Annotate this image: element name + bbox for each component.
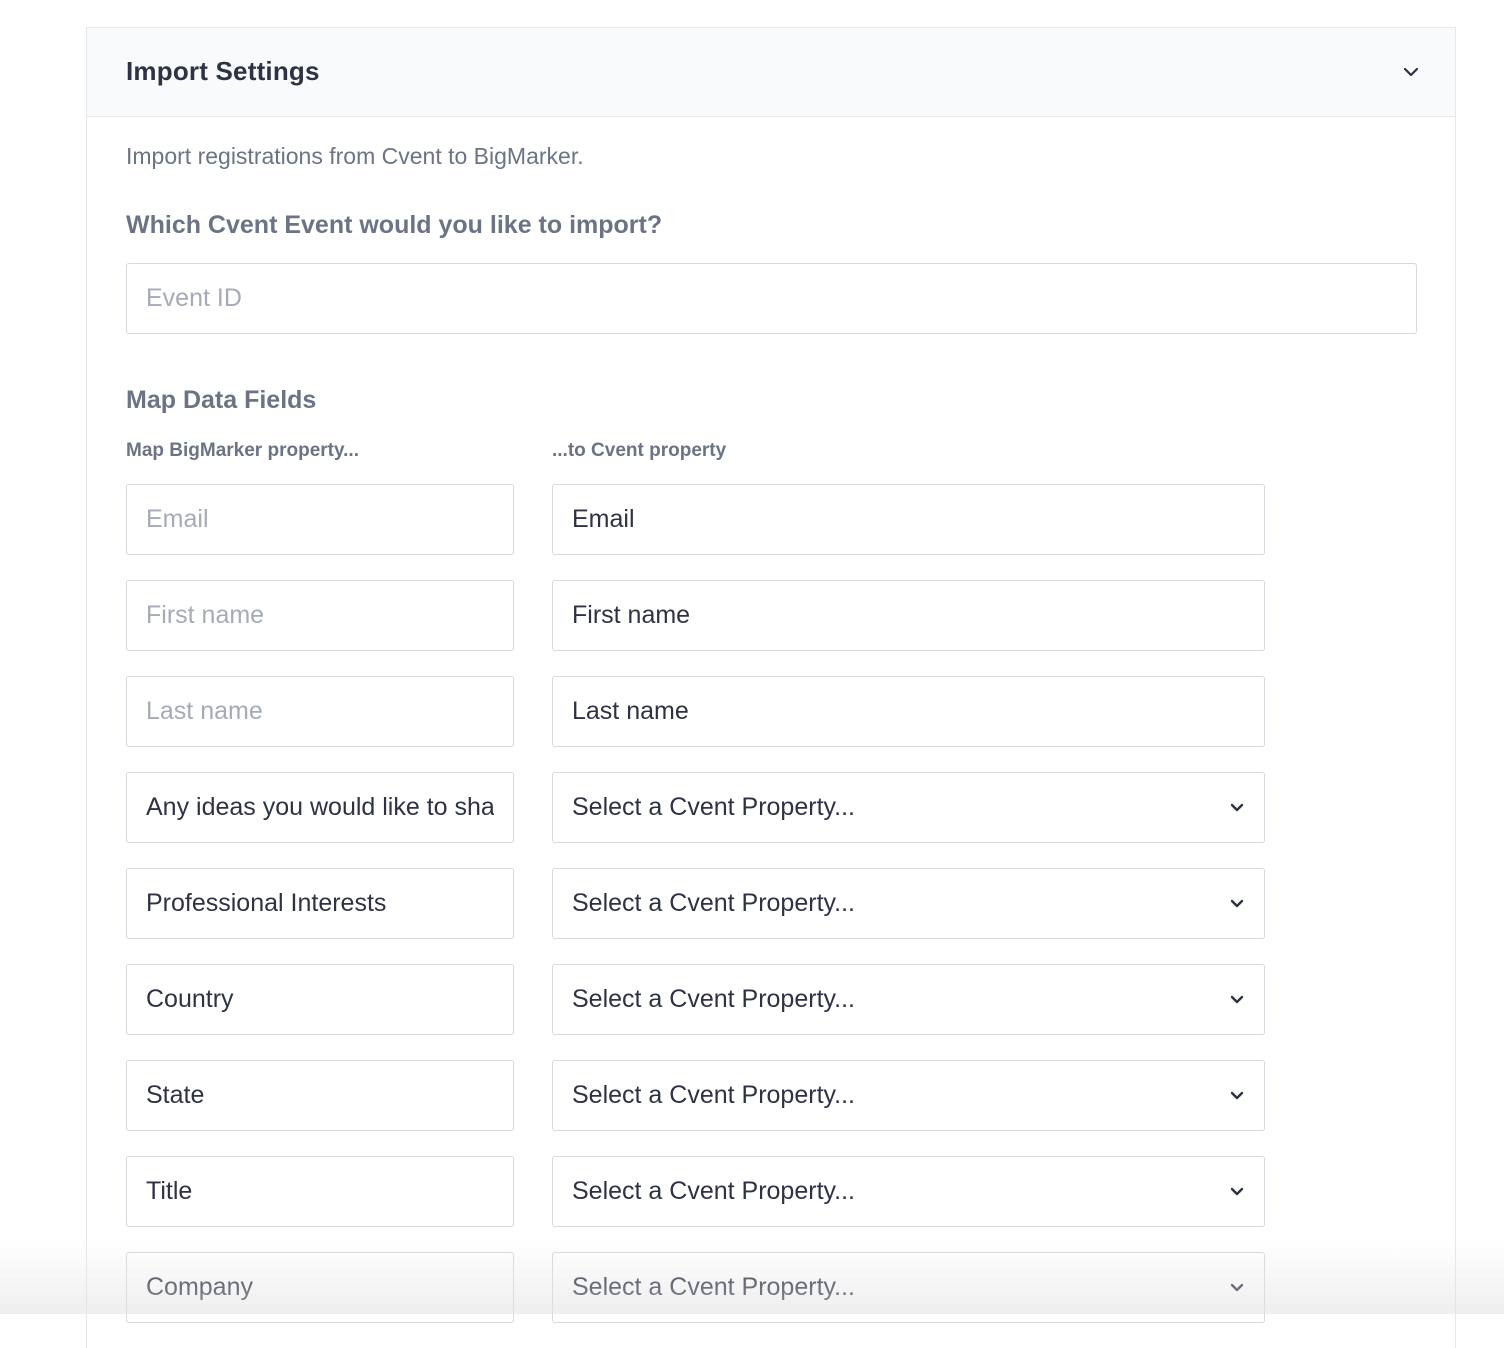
chevron-down-icon — [1230, 995, 1244, 1004]
chevron-down-icon — [1230, 1187, 1244, 1196]
cvent-property-field[interactable]: Email — [552, 484, 1265, 555]
bigmarker-property-input[interactable] — [126, 964, 514, 1035]
panel-header[interactable]: Import Settings — [87, 28, 1455, 117]
cvent-property-select[interactable]: Select a Cvent Property... — [552, 1156, 1265, 1227]
panel-title: Import Settings — [126, 56, 320, 86]
bigmarker-property-input[interactable] — [126, 772, 514, 843]
cvent-property-select[interactable]: Select a Cvent Property... — [552, 868, 1265, 939]
mapping-row: Select a Cvent Property... — [126, 772, 1266, 843]
mapping-row: Email — [126, 484, 1266, 555]
bigmarker-property-input[interactable] — [126, 1252, 514, 1323]
bigmarker-property-input[interactable] — [126, 484, 514, 555]
mapping-row: Select a Cvent Property... — [126, 1156, 1266, 1227]
chevron-down-icon — [1403, 67, 1419, 77]
cvent-property-select[interactable]: Select a Cvent Property... — [552, 1252, 1265, 1323]
bigmarker-property-input[interactable] — [126, 1060, 514, 1131]
mapping-row: Select a Cvent Property... — [126, 868, 1266, 939]
import-settings-panel: Import Settings Import registrations fro… — [86, 27, 1456, 1348]
chevron-down-icon — [1230, 899, 1244, 908]
bigmarker-property-input[interactable] — [126, 1156, 514, 1227]
cvent-property-value: Last name — [572, 697, 689, 725]
cvent-property-select-value: Select a Cvent Property... — [572, 1081, 855, 1109]
mapping-row: First name — [126, 580, 1266, 651]
cvent-property-select[interactable]: Select a Cvent Property... — [552, 964, 1265, 1035]
bigmarker-property-column-label: Map BigMarker property... — [126, 440, 359, 461]
cvent-property-select-value: Select a Cvent Property... — [572, 1273, 855, 1301]
mapping-row: Select a Cvent Property... — [126, 1252, 1266, 1323]
bigmarker-property-input[interactable] — [126, 676, 514, 747]
intro-text: Import registrations from Cvent to BigMa… — [126, 143, 584, 169]
cvent-property-select[interactable]: Select a Cvent Property... — [552, 1060, 1265, 1131]
chevron-down-icon — [1230, 1091, 1244, 1100]
cvent-property-select-value: Select a Cvent Property... — [572, 793, 855, 821]
bigmarker-property-input[interactable] — [126, 580, 514, 651]
bigmarker-property-input[interactable] — [126, 868, 514, 939]
cvent-property-value: First name — [572, 601, 691, 629]
mapping-row: Select a Cvent Property... — [126, 964, 1266, 1035]
cvent-property-value: Email — [572, 505, 635, 533]
cvent-property-select-value: Select a Cvent Property... — [572, 985, 855, 1013]
map-data-fields-title: Map Data Fields — [126, 386, 317, 414]
chevron-down-icon — [1230, 803, 1244, 812]
mapping-row: Select a Cvent Property... — [126, 1060, 1266, 1131]
cvent-property-select-value: Select a Cvent Property... — [572, 1177, 855, 1205]
chevron-down-icon — [1230, 1283, 1244, 1292]
collapse-toggle-button[interactable] — [1397, 58, 1425, 86]
cvent-property-select[interactable]: Select a Cvent Property... — [552, 772, 1265, 843]
cvent-property-field[interactable]: Last name — [552, 676, 1265, 747]
event-id-input[interactable] — [126, 263, 1417, 334]
cvent-property-select-value: Select a Cvent Property... — [572, 889, 855, 917]
cvent-property-field[interactable]: First name — [552, 580, 1265, 651]
event-question-label: Which Cvent Event would you like to impo… — [126, 211, 663, 239]
cvent-property-column-label: ...to Cvent property — [552, 440, 727, 461]
mapping-row: Last name — [126, 676, 1266, 747]
